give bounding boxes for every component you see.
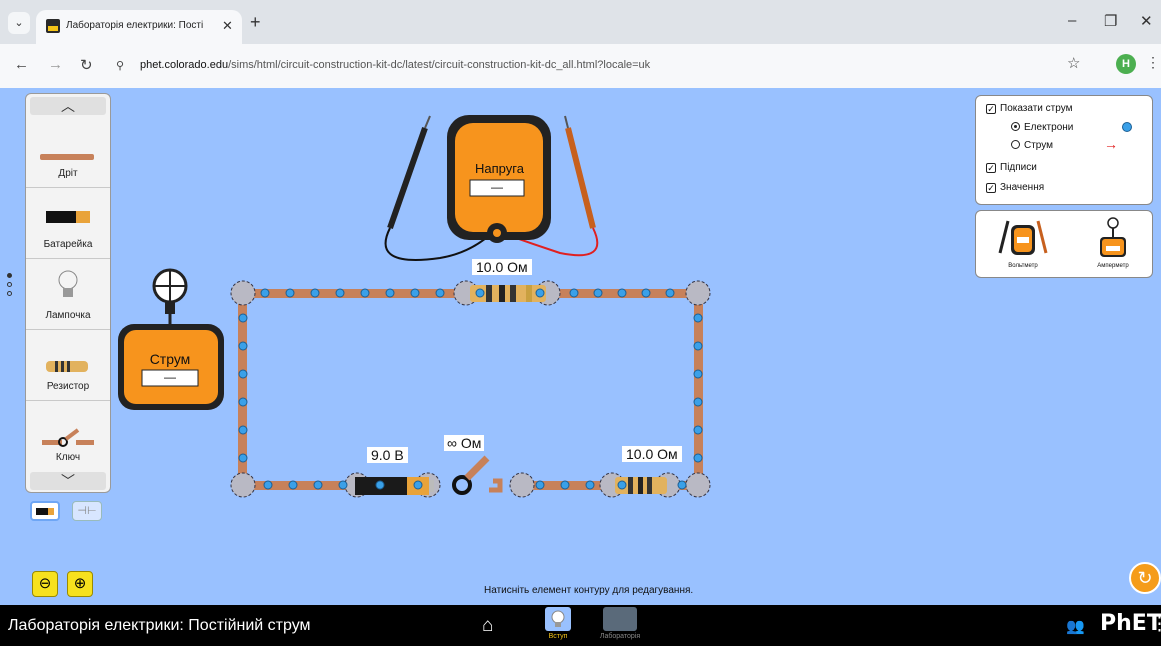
wire-icon <box>40 154 94 160</box>
intro-screen-icon <box>545 607 571 631</box>
reset-all-button[interactable]: ↻ <box>1129 562 1161 594</box>
profile-avatar[interactable]: H <box>1116 54 1136 74</box>
switch-icon <box>42 428 94 447</box>
browser-tabstrip: ⌄ Лабораторія електрики: Пості ✕ + – ❐ ✕ <box>0 0 1161 44</box>
restore-icon[interactable]: ❐ <box>1104 12 1117 30</box>
electron-icon <box>1122 122 1132 132</box>
sim-title: Лабораторія електрики: Постійний струм <box>8 617 311 634</box>
forward-icon[interactable]: → <box>48 56 63 73</box>
vertex-top-right <box>685 280 711 306</box>
phet-menu-icon[interactable]: ⋮ <box>1150 613 1161 636</box>
values-checkbox[interactable]: ✓ Значення <box>986 182 1044 193</box>
zoom-out-button[interactable]: ⊖ <box>32 571 58 597</box>
sim-navbar: Лабораторія електрики: Постійний струм ⌂… <box>0 605 1161 646</box>
schematic-view-button[interactable]: ⊣⊢ <box>72 501 102 521</box>
electrons-radio[interactable]: Електрони <box>1011 122 1073 133</box>
ammeter-title: Струм <box>149 351 191 367</box>
carousel-page-dots <box>7 273 12 300</box>
sim-canvas[interactable]: 10.0 Ом 10.0 Ом 9.0 В ∞ Ом Напруга — Стр… <box>0 88 1161 605</box>
component-toolbox: ︿ Дріт Батарейка Лампочка Резистор Ключ … <box>25 93 111 493</box>
lightbulb-icon <box>58 270 78 297</box>
zoom-out-icon: ⊖ <box>38 575 52 592</box>
tab-title: Лабораторія електрики: Пості <box>66 20 204 31</box>
toolbox-item-wire[interactable]: Дріт <box>26 118 110 188</box>
new-tab-button[interactable]: + <box>250 13 261 31</box>
vertex-top-left <box>230 280 256 306</box>
show-current-checkbox[interactable]: ✓ Показати струм <box>986 103 1072 114</box>
tab-close-icon[interactable]: ✕ <box>222 18 233 34</box>
lifelike-view-button[interactable] <box>30 501 60 521</box>
screen-intro-button[interactable]: Вступ <box>530 607 586 645</box>
vertex-switch-right <box>509 472 535 498</box>
browser-tab[interactable]: Лабораторія електрики: Пості ✕ <box>36 10 242 44</box>
zoom-in-icon: ⊕ <box>73 575 87 592</box>
tab-search-icon[interactable]: ⌄ <box>8 12 30 34</box>
browser-menu-icon[interactable]: ⋮ <box>1146 54 1160 71</box>
display-options-panel: ✓ Показати струм Електрони Струм → ✓ Підпи… <box>975 95 1153 205</box>
labels-checkbox[interactable]: ✓ Підписи <box>986 162 1037 173</box>
phet-favicon-icon <box>46 19 60 33</box>
switch[interactable] <box>452 455 503 495</box>
top-resistor-label: 10.0 Ом <box>472 259 532 275</box>
switch-label: ∞ Ом <box>444 435 485 451</box>
back-icon[interactable]: ← <box>14 56 29 73</box>
ammeter-tool-icon <box>1100 217 1126 257</box>
home-icon[interactable]: ⌂ <box>482 615 493 637</box>
voltmeter-tool-icon <box>998 220 1048 255</box>
browser-toolbar: ← → ↻ ⚲ phet.colorado.edu/sims/html/circ… <box>0 44 1161 88</box>
wire-top-left <box>240 289 468 298</box>
reset-icon: ↻ <box>1137 568 1153 588</box>
edit-hint: Натисніть елемент контуру для редагуванн… <box>484 585 694 596</box>
resistor-icon <box>46 361 88 372</box>
toolbox-item-resistor[interactable]: Резистор <box>26 331 110 401</box>
carousel-down-button[interactable]: ﹀ <box>30 472 106 490</box>
vertex-bottom-left <box>230 472 256 498</box>
lab-screen-icon <box>603 607 637 631</box>
toolbox-item-lightbulb[interactable]: Лампочка <box>26 260 110 330</box>
ammeter-readout: — <box>164 370 176 384</box>
sensor-toolbox: Вольтметр Амперметр <box>975 210 1153 278</box>
toolbox-item-battery[interactable]: Батарейка <box>26 189 110 259</box>
toolbox-item-switch[interactable]: Ключ <box>26 402 110 472</box>
voltmeter-readout: — <box>491 180 503 194</box>
carousel-up-button[interactable]: ︿ <box>30 97 106 115</box>
url-text: phet.colorado.edu/sims/html/circuit-cons… <box>140 59 651 71</box>
battery-label: 9.0 В <box>367 447 408 463</box>
voltmeter-title: Напруга <box>475 161 524 176</box>
battery-icon <box>46 211 90 223</box>
close-window-icon[interactable]: ✕ <box>1140 12 1153 30</box>
site-info-icon[interactable]: ⚲ <box>116 59 124 72</box>
battery-view-icon <box>36 508 54 515</box>
vertex-bottom-right <box>685 472 711 498</box>
schematic-icon: ⊣⊢ <box>77 505 97 517</box>
accessibility-people-icon[interactable]: 👥 <box>1066 617 1085 635</box>
conventional-current-radio[interactable]: Струм <box>1011 140 1053 151</box>
ammeter[interactable] <box>118 268 224 410</box>
reload-icon[interactable]: ↻ <box>80 56 93 74</box>
address-bar[interactable]: ⚲ phet.colorado.edu/sims/html/circuit-co… <box>110 50 1100 82</box>
voltmeter-tool[interactable]: Вольтметр <box>990 215 1056 277</box>
screen-lab-button[interactable]: Лабораторія <box>592 607 648 645</box>
voltmeter[interactable] <box>447 115 551 243</box>
ammeter-tool[interactable]: Амперметр <box>1080 215 1146 277</box>
zoom-in-button[interactable]: ⊕ <box>67 571 93 597</box>
current-arrow-icon: → <box>1104 136 1118 152</box>
bookmark-star-icon[interactable]: ☆ <box>1067 54 1080 72</box>
right-resistor-label: 10.0 Ом <box>622 446 682 462</box>
minimize-icon[interactable]: – <box>1068 12 1076 29</box>
